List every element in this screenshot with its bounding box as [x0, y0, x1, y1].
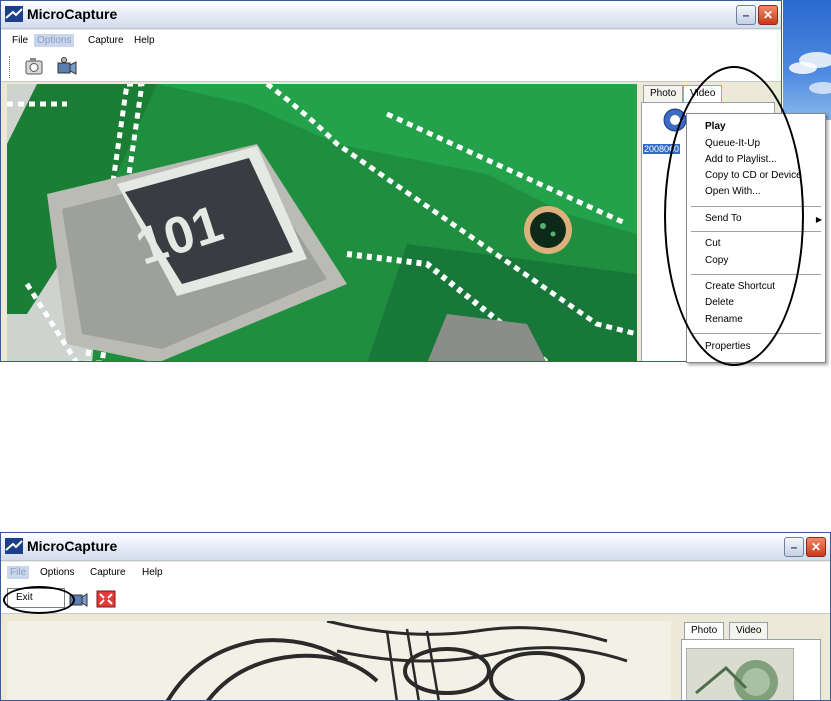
- ctx-play[interactable]: Play: [705, 121, 726, 132]
- tab-video[interactable]: Video: [729, 622, 769, 639]
- snapshot-icon[interactable]: [23, 56, 45, 78]
- ctx-separator: [691, 274, 821, 275]
- window-title: MicroCapture: [27, 538, 118, 554]
- capture-icon[interactable]: [67, 588, 89, 610]
- menu-bar: File Options Capture Help: [1, 30, 781, 52]
- submenu-arrow-icon: ▶: [815, 215, 822, 224]
- minimize-button[interactable]: –: [784, 537, 804, 557]
- window-title: MicroCapture: [27, 6, 118, 22]
- ctx-queue-it-up[interactable]: Queue-It-Up: [705, 138, 760, 149]
- video-file-name[interactable]: 20080€0: [643, 144, 681, 154]
- tab-photo[interactable]: Photo: [684, 622, 725, 639]
- menu-options[interactable]: Options: [37, 566, 77, 579]
- ctx-add-to-playlist[interactable]: Add to Playlist...: [705, 154, 777, 165]
- ctx-separator: [691, 231, 821, 232]
- ctx-separator: [691, 206, 821, 207]
- fullscreen-icon[interactable]: [95, 588, 117, 610]
- ctx-rename[interactable]: Rename: [705, 314, 743, 325]
- minimize-button[interactable]: –: [736, 5, 756, 25]
- menu-help[interactable]: Help: [131, 34, 158, 47]
- ctx-send-to[interactable]: Send To: [705, 213, 742, 224]
- ctx-separator: [691, 333, 821, 334]
- toolbar: [1, 584, 830, 614]
- ctx-copy[interactable]: Copy: [705, 255, 728, 266]
- microscope-viewport[interactable]: 101: [7, 84, 637, 361]
- title-bar[interactable]: MicroCapture – ✕: [1, 533, 830, 561]
- page: MicroCapture – ✕ File Options Capture He…: [0, 0, 831, 701]
- video-file-icon[interactable]: [662, 107, 688, 133]
- menu-capture[interactable]: Capture: [87, 566, 129, 579]
- menu-exit[interactable]: Exit: [16, 592, 33, 603]
- photo-file-list[interactable]: [681, 639, 821, 701]
- menu-capture[interactable]: Capture: [85, 34, 127, 47]
- desktop-background: [783, 0, 831, 120]
- menu-bar: File Options Capture Help: [1, 562, 830, 584]
- ctx-open-with[interactable]: Open With...: [705, 186, 761, 197]
- ctx-copy-to-cd[interactable]: Copy to CD or Device: [705, 170, 802, 181]
- menu-file[interactable]: File: [7, 566, 30, 579]
- app-icon: [5, 538, 23, 554]
- photo-thumbnail[interactable]: [686, 648, 794, 701]
- file-menu-dropdown: Exit: [7, 588, 65, 608]
- toolbar: [1, 52, 781, 82]
- title-bar[interactable]: MicroCapture – ✕: [1, 1, 781, 29]
- microcapture-window-video: MicroCapture – ✕ File Options Capture He…: [0, 0, 782, 362]
- ctx-create-shortcut[interactable]: Create Shortcut: [705, 281, 775, 292]
- record-video-icon[interactable]: [56, 56, 78, 78]
- ctx-cut[interactable]: Cut: [705, 238, 721, 249]
- microcapture-window-photo: MicroCapture – ✕ File Options Capture He…: [0, 532, 831, 701]
- tab-video[interactable]: Video: [683, 85, 723, 102]
- ctx-delete[interactable]: Delete: [705, 297, 734, 308]
- close-button[interactable]: ✕: [758, 5, 778, 25]
- context-menu: Play Queue-It-Up Add to Playlist... Copy…: [686, 113, 826, 363]
- microscope-viewport[interactable]: [7, 621, 671, 700]
- menu-options[interactable]: Options: [34, 34, 75, 47]
- app-icon: [5, 6, 23, 22]
- tab-photo[interactable]: Photo: [643, 85, 684, 102]
- menu-file[interactable]: File: [9, 34, 31, 47]
- toolbar-grip: [9, 56, 11, 78]
- menu-help[interactable]: Help: [139, 566, 166, 579]
- close-button[interactable]: ✕: [806, 537, 826, 557]
- gallery-panel: Photo Video: [681, 621, 830, 701]
- ctx-properties[interactable]: Properties: [705, 341, 751, 352]
